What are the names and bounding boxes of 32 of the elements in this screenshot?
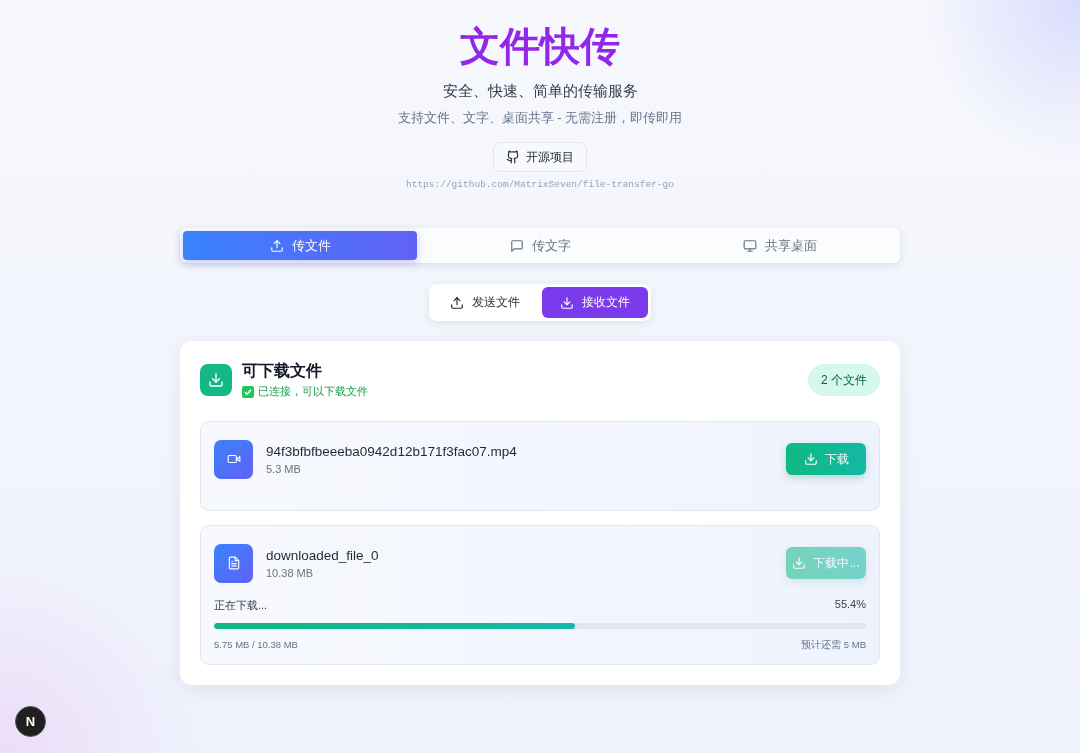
tagline: 支持文件、文字、桌面共享 - 无需注册，即传即用 xyxy=(397,109,683,127)
file-count: 2 个文件 xyxy=(808,364,880,396)
download-icon xyxy=(803,452,818,466)
transferred-size: 5.75 MB / 10.38 MB xyxy=(214,639,298,652)
file-name: downloaded_file_0 xyxy=(266,547,379,563)
connection-status: 已连接，可以下载文件 xyxy=(258,384,368,399)
message-icon xyxy=(509,238,524,253)
download-icon xyxy=(560,295,574,310)
upload-icon xyxy=(450,295,464,310)
monitor-icon xyxy=(743,238,757,253)
download-icon xyxy=(792,556,807,570)
github-icon xyxy=(506,150,520,164)
document-icon xyxy=(226,556,241,570)
repo-url: https://github.com/MatrixSeven/file-transfer-go xyxy=(406,179,674,190)
progress-label: 正在下载... xyxy=(214,598,268,613)
mode-button[interactable]: 发送文件 xyxy=(432,287,538,318)
panel-title: 可下载文件 xyxy=(242,361,323,381)
mode-button[interactable]: 接收文件 xyxy=(542,287,648,318)
dev-badge[interactable]: N xyxy=(15,706,46,737)
subtitle: 安全、快速、简单的传输服务 xyxy=(442,82,638,101)
remaining-size: 预计还需 5 MB xyxy=(801,639,866,652)
file-size: 5.3 MB xyxy=(266,462,302,475)
file-size: 10.38 MB xyxy=(266,566,315,579)
tab[interactable]: 共享桌面 xyxy=(663,231,897,260)
video-icon xyxy=(226,452,241,466)
tab[interactable]: 传文件 xyxy=(183,231,417,260)
tab[interactable]: 传文字 xyxy=(423,231,657,260)
open-source-button[interactable]: 开源项目 xyxy=(493,142,587,172)
app-title: 文件快传 xyxy=(460,23,620,70)
progress-percent: 55.4% xyxy=(834,598,866,612)
file-name: 94f3bfbfbeeeba0942d12b171f3fac07.mp4 xyxy=(266,443,517,459)
upload-icon xyxy=(269,238,284,253)
